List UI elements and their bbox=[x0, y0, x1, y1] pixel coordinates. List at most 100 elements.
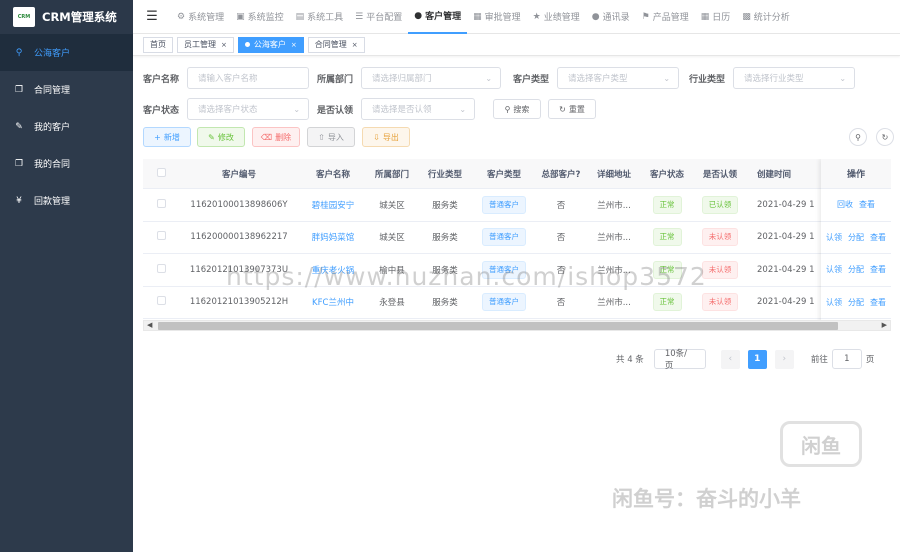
view-link[interactable]: 查看 bbox=[870, 297, 886, 308]
department-select[interactable]: 请选择归属部门 ⌄ bbox=[361, 67, 502, 89]
filter-row-1: 客户名称 请输入客户名称 bbox=[143, 67, 310, 89]
nav-contacts[interactable]: ● 通讯录 bbox=[586, 0, 636, 34]
filter-customer-type: 客户类型 请选择客户类型 ⌄ bbox=[513, 67, 680, 89]
close-icon[interactable]: × bbox=[221, 41, 227, 49]
chevron-right-icon: › bbox=[782, 354, 787, 364]
nav-calendar[interactable]: ▦ 日历 bbox=[695, 0, 737, 34]
edit-icon: ✎ bbox=[15, 121, 23, 132]
nav-system-monitor[interactable]: ▣ 系统监控 bbox=[230, 0, 290, 34]
nav-statistics[interactable]: ▩ 统计分析 bbox=[736, 0, 796, 34]
column-header: 是否认领 bbox=[702, 169, 737, 180]
customer-name-link[interactable]: KFC兰州中 bbox=[299, 296, 367, 308]
column-header: 行业类型 bbox=[427, 169, 462, 180]
reset-button[interactable]: ↻ 重置 bbox=[548, 99, 596, 119]
customer-name-link[interactable]: 碧桂园安宁 bbox=[299, 199, 367, 211]
tag-label: 合同管理 bbox=[314, 40, 347, 49]
nav-customer-management[interactable]: ● 客户管理 bbox=[408, 0, 468, 34]
customer-status-select[interactable]: 请选择客户状态 ⌄ bbox=[187, 98, 310, 120]
tag-contract-management[interactable]: 合同管理 × bbox=[307, 36, 365, 53]
page-number-button[interactable]: 1 bbox=[747, 349, 767, 369]
next-page-button[interactable]: › bbox=[774, 349, 794, 369]
sidebar-item-payments[interactable]: ¥ 回款管理 bbox=[0, 182, 133, 219]
search-button[interactable]: ⚲ 搜索 bbox=[493, 99, 541, 119]
edit-button[interactable]: ✎ 修改 bbox=[197, 127, 245, 147]
tags-view: 首页 员工管理 × 公海客户 × 合同管理 × bbox=[133, 34, 900, 56]
assign-link[interactable]: 分配 bbox=[848, 264, 864, 275]
nav-approval-management[interactable]: ▦ 审批管理 bbox=[467, 0, 527, 34]
tag-label: 首页 bbox=[150, 40, 166, 49]
tag-public-customers[interactable]: 公海客户 × bbox=[237, 36, 304, 53]
filter-industry-type: 行业类型 请选择行业类型 ⌄ bbox=[689, 67, 856, 89]
sidebar-item-contracts[interactable]: ❐ 合同管理 bbox=[0, 71, 133, 108]
claim-link[interactable]: 认领 bbox=[826, 264, 842, 275]
app-title: CRM管理系统 bbox=[42, 10, 117, 24]
nav-system-management[interactable]: ⚙ 系统管理 bbox=[171, 0, 230, 34]
horizontal-scrollbar[interactable]: ◀ ▶ bbox=[143, 320, 891, 331]
delete-button[interactable]: ⌫ 删除 bbox=[252, 127, 300, 147]
nav-platform-config[interactable]: ☰ 平台配置 bbox=[349, 0, 408, 34]
goto-page-input[interactable]: 1 bbox=[831, 349, 862, 369]
filter-label: 客户状态 bbox=[143, 105, 180, 116]
scrollbar-thumb[interactable] bbox=[158, 322, 838, 330]
row-checkbox[interactable] bbox=[143, 296, 179, 308]
filter-claimed: 是否认领 请选择是否认领 ⌄ bbox=[317, 98, 476, 120]
nav-performance-management[interactable]: ★ 业绩管理 bbox=[527, 0, 586, 34]
customer-name-link[interactable]: 胖妈妈菜馆 bbox=[299, 231, 367, 243]
nav-system-tools[interactable]: ▤ 系统工具 bbox=[290, 0, 350, 34]
sidebar-item-label: 我的客户 bbox=[34, 123, 71, 133]
tag-label: 员工管理 bbox=[184, 40, 216, 49]
prev-page-button[interactable]: ‹ bbox=[720, 349, 740, 369]
scroll-right-icon[interactable]: ▶ bbox=[882, 321, 887, 329]
recycle-link[interactable]: 回收 bbox=[837, 199, 853, 210]
hamburger-icon[interactable]: ☰ bbox=[133, 9, 171, 24]
assign-link[interactable]: 分配 bbox=[848, 232, 864, 243]
sidebar-item-my-customers[interactable]: ✎ 我的客户 bbox=[0, 108, 133, 145]
scroll-left-icon[interactable]: ◀ bbox=[147, 321, 152, 329]
add-button[interactable]: + 新增 bbox=[143, 127, 191, 147]
customer-name-input[interactable]: 请输入客户名称 bbox=[187, 67, 310, 89]
watermark-tagline: 闲鱼号：奋斗的小羊 bbox=[612, 487, 801, 511]
monitor-icon: ▣ bbox=[236, 11, 245, 22]
tag-home[interactable]: 首页 bbox=[143, 36, 173, 53]
view-link[interactable]: 查看 bbox=[870, 232, 886, 243]
industry-type-select[interactable]: 请选择行业类型 ⌄ bbox=[733, 67, 856, 89]
close-icon[interactable]: × bbox=[291, 41, 297, 49]
nav-label: 系统监控 bbox=[247, 13, 284, 23]
industry: 服务类 bbox=[432, 298, 458, 309]
row-actions: 认领 分配 查看 bbox=[821, 222, 891, 254]
row-checkbox[interactable] bbox=[143, 263, 179, 276]
nav-label: 日历 bbox=[712, 13, 731, 23]
operations-column: 操作 回收 查看 认领 分配 查看 认领 分配 查看 认领 分配 查看 bbox=[821, 159, 891, 329]
close-icon[interactable]: × bbox=[352, 41, 358, 49]
column-header: 操作 bbox=[821, 159, 891, 189]
claim-link[interactable]: 认领 bbox=[826, 297, 842, 308]
logo: CRM CRM管理系统 bbox=[0, 0, 133, 34]
claimed-select[interactable]: 请选择是否认领 ⌄ bbox=[361, 98, 476, 120]
status: 正常 bbox=[641, 195, 693, 214]
row-checkbox[interactable] bbox=[143, 198, 179, 211]
watermark-url: https://www.huzhan.com/ishop3572 bbox=[226, 262, 707, 291]
filter-label: 客户类型 bbox=[513, 74, 550, 85]
customer-id: 11620121013905212H bbox=[189, 297, 289, 308]
claim-link[interactable]: 认领 bbox=[826, 232, 842, 243]
customer-table: 客户编号 客户名称 所属部门 行业类型 客户类型 总部客户? 详细地址 客户状态… bbox=[143, 159, 891, 329]
placeholder: 请选择行业类型 bbox=[744, 74, 804, 84]
view-link[interactable]: 查看 bbox=[859, 199, 875, 210]
row-checkbox[interactable] bbox=[143, 231, 179, 243]
customer-type-select[interactable]: 请选择客户类型 ⌄ bbox=[557, 67, 680, 89]
sidebar-item-public-customers[interactable]: ⚲ 公海客户 bbox=[0, 34, 133, 71]
sidebar-item-my-contracts[interactable]: ❐ 我的合同 bbox=[0, 145, 133, 182]
hq-flag: 否 bbox=[556, 298, 566, 309]
button-label: 新增 bbox=[163, 132, 180, 142]
page-size-select[interactable]: 10条/页 bbox=[653, 349, 706, 371]
nav-product-management[interactable]: ⚑ 产品管理 bbox=[636, 0, 695, 34]
assign-link[interactable]: 分配 bbox=[848, 297, 864, 308]
refresh-icon[interactable]: ↻ bbox=[876, 128, 894, 146]
button-label: 重置 bbox=[568, 104, 585, 114]
toggle-search-icon[interactable]: ⚲ bbox=[849, 128, 867, 146]
select-all-checkbox[interactable] bbox=[143, 167, 179, 180]
export-button[interactable]: ⇩ 导出 bbox=[362, 127, 410, 147]
view-link[interactable]: 查看 bbox=[870, 264, 886, 275]
import-button[interactable]: ⇧ 导入 bbox=[307, 127, 355, 147]
tag-employee-management[interactable]: 员工管理 × bbox=[177, 36, 234, 53]
